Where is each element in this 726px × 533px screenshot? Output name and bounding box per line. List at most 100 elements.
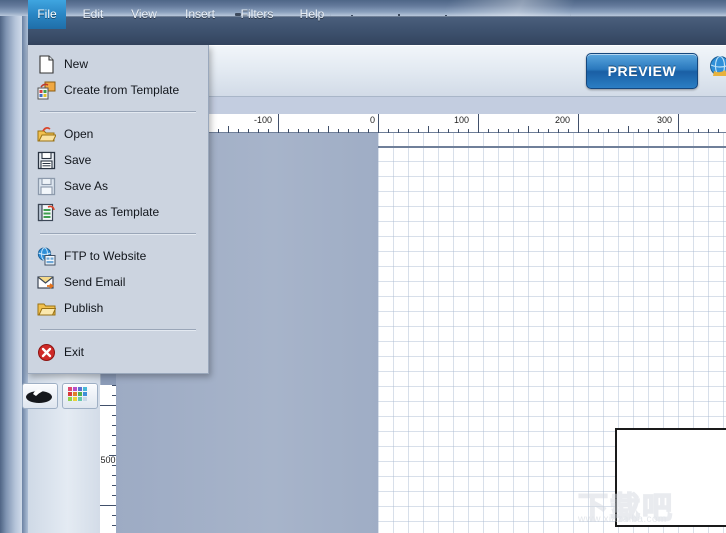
menu-insert[interactable]: Insert xyxy=(176,0,224,29)
ruler-tick xyxy=(338,129,339,133)
canvas-guide-line xyxy=(378,146,726,148)
ruler-tick xyxy=(368,129,369,133)
ruler-tick xyxy=(478,114,479,133)
ruler-tick xyxy=(238,129,239,133)
ruler-tick xyxy=(218,129,219,133)
file-menu-dropdown[interactable]: New Create from Template Open Save Save As Sa… xyxy=(27,45,209,374)
ruler-label: 200 xyxy=(554,115,570,125)
ruler-tick xyxy=(698,129,699,133)
ruler-tick xyxy=(358,129,359,133)
ruler-tick xyxy=(408,129,409,133)
menu-item-label: FTP to Website xyxy=(64,249,147,263)
ruler-tick xyxy=(528,126,529,133)
ruler-tick xyxy=(648,129,649,133)
ruler-tick xyxy=(228,126,229,133)
ruler-tick xyxy=(398,129,399,133)
app-window: 500 下载吧 www.xiazaiba.com -1000100200300 xyxy=(0,0,726,533)
rectangle-shape[interactable] xyxy=(615,428,726,527)
color-palette-tool[interactable] xyxy=(62,383,98,409)
ruler-tick xyxy=(288,129,289,133)
menu-item-label: Publish xyxy=(64,301,104,315)
menu-item-save-as[interactable]: Save As xyxy=(28,173,208,199)
ruler-tick xyxy=(508,129,509,133)
exit-close-icon xyxy=(37,343,56,362)
menu-item-publish[interactable]: Publish xyxy=(28,295,208,321)
ruler-tick xyxy=(348,129,349,133)
floppy-save-as-icon xyxy=(37,177,56,196)
ruler-tick xyxy=(558,129,559,133)
globe-browser-icon[interactable] xyxy=(708,54,726,80)
menu-item-new[interactable]: New xyxy=(28,51,208,77)
ruler-tick xyxy=(268,129,269,133)
menu-item-ftp-to-website[interactable]: FTP to Website xyxy=(28,243,208,269)
ruler-tick xyxy=(718,129,719,133)
save-template-icon xyxy=(37,203,56,222)
preview-button[interactable]: PREVIEW xyxy=(586,53,698,89)
ruler-tick xyxy=(448,129,449,133)
ruler-tick xyxy=(708,129,709,133)
menu-item-save-as-template[interactable]: Save as Template xyxy=(28,199,208,225)
menu-item-label: Save As xyxy=(64,179,109,193)
menu-item-exit[interactable]: Exit xyxy=(28,339,208,365)
ruler-tick xyxy=(428,126,429,133)
ruler-gutter xyxy=(207,96,726,114)
ruler-tick xyxy=(100,405,116,406)
menu-item-create-from-template[interactable]: Create from Template xyxy=(28,77,208,103)
ruler-tick xyxy=(438,129,439,133)
floppy-save-icon xyxy=(37,151,56,170)
menu-item-label: Save xyxy=(64,153,92,167)
ruler-tick xyxy=(658,129,659,133)
ruler-label: -100 xyxy=(253,115,272,125)
menu-item-label: Save as Template xyxy=(64,205,160,219)
menu-item-label: Create from Template xyxy=(64,83,180,97)
ruler-tick xyxy=(100,505,116,506)
menu-view[interactable]: View xyxy=(122,0,166,29)
ruler-label: 300 xyxy=(656,115,672,125)
ruler-tick xyxy=(688,129,689,133)
ruler-tick xyxy=(588,129,589,133)
ruler-tick xyxy=(518,129,519,133)
ruler-tick xyxy=(638,129,639,133)
menu-item-send-email[interactable]: Send Email xyxy=(28,269,208,295)
menu-item-label: New xyxy=(64,57,89,71)
template-icon xyxy=(37,81,56,100)
ruler-tick xyxy=(578,114,579,133)
ruler-tick xyxy=(248,129,249,133)
ruler-tick xyxy=(568,129,569,133)
ink-blob-tool[interactable] xyxy=(22,383,58,409)
menu-separator xyxy=(40,111,196,113)
ruler-tick xyxy=(608,129,609,133)
design-canvas[interactable] xyxy=(378,133,726,533)
menu-file[interactable]: File xyxy=(28,0,66,29)
ruler-tick xyxy=(308,129,309,133)
ruler-tick xyxy=(678,114,679,133)
ftp-globe-icon xyxy=(37,247,56,266)
ruler-tick xyxy=(458,129,459,133)
menu-item-label: Send Email xyxy=(64,275,126,289)
envelope-icon xyxy=(37,273,56,292)
ruler-tick xyxy=(488,129,489,133)
menu-item-label: Open xyxy=(64,127,94,141)
ruler-tick xyxy=(318,129,319,133)
ruler-tick xyxy=(548,129,549,133)
open-folder-icon xyxy=(37,125,57,144)
ruler-label: 100 xyxy=(453,115,469,125)
ruler-tick xyxy=(258,129,259,133)
menu-edit[interactable]: Edit xyxy=(72,0,114,29)
ruler-label: 500 xyxy=(100,455,116,465)
ruler-tick xyxy=(498,129,499,133)
publish-folder-icon xyxy=(37,299,57,318)
menu-item-open[interactable]: Open xyxy=(28,121,208,147)
menu-filters[interactable]: Filters xyxy=(232,0,282,29)
ruler-tick xyxy=(328,126,329,133)
menu-item-save[interactable]: Save xyxy=(28,147,208,173)
ruler-tick xyxy=(388,129,389,133)
ruler-tick xyxy=(298,129,299,133)
ruler-tick xyxy=(538,129,539,133)
horizontal-ruler: -100 0 100 200 300 xyxy=(207,114,726,133)
ruler-tick xyxy=(668,129,669,133)
vertical-ruler: 500 xyxy=(100,385,117,533)
ruler-tick xyxy=(628,126,629,133)
new-document-icon xyxy=(37,55,56,74)
menu-help[interactable]: Help xyxy=(290,0,334,29)
